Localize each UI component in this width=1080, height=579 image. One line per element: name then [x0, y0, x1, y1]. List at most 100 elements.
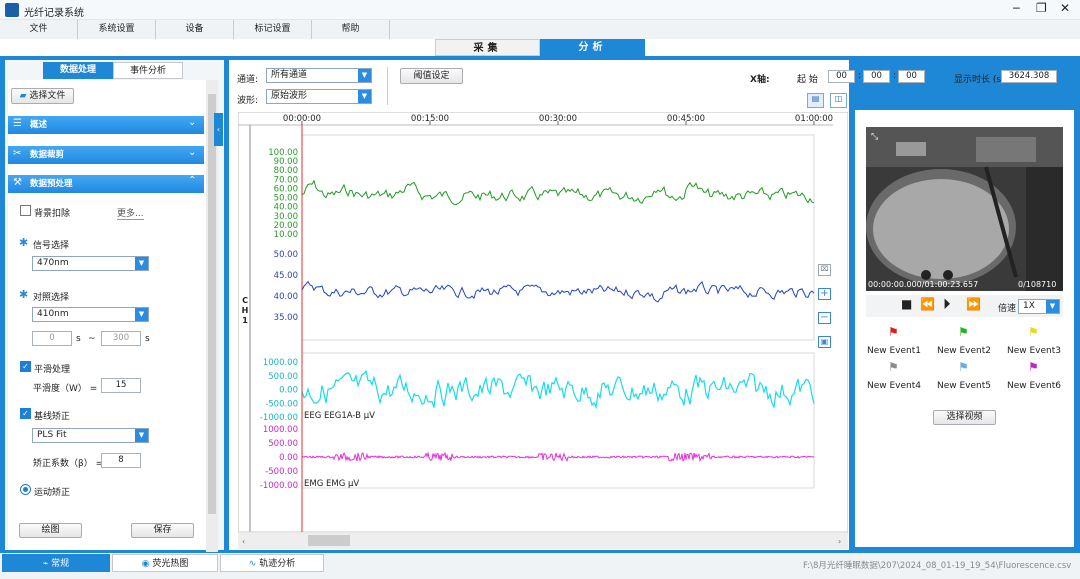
menu-bar: 文件 系统设置 设备 标记设置 帮助 — [0, 20, 1080, 39]
minimize-icon[interactable]: ─ — [1013, 2, 1020, 15]
colon: : — [893, 71, 897, 81]
flag-icon[interactable]: ⚑ — [958, 325, 969, 339]
emg-axis-tick: 1000.00 — [263, 425, 298, 435]
video-time: 00:00:00.000/01:00:23.657 — [868, 280, 979, 289]
smooth-label: 平滑处理 — [34, 365, 71, 375]
eeg-axis-tick: -500.00 — [265, 399, 298, 409]
choose-file-button[interactable]: ▰ 选择文件 — [11, 88, 74, 104]
duration-input[interactable]: 3624.308 — [1001, 70, 1057, 83]
bottom-tab-trajectory[interactable]: ∿ 轨迹分析 — [220, 554, 324, 572]
rewind-icon[interactable]: ⏪ — [920, 297, 935, 311]
bottom-tab-heatmap[interactable]: ◉ 荧光热图 — [112, 554, 218, 572]
toolbar-divider — [387, 67, 388, 105]
baseline-checkbox[interactable]: ✓ — [20, 408, 31, 419]
flag-icon[interactable]: ⚑ — [1028, 360, 1039, 374]
list-icon: ☰ — [13, 118, 22, 129]
start-sec-input[interactable]: 00 — [898, 70, 925, 83]
time-tick-label: 01:00:00 — [795, 114, 833, 124]
fast-forward-icon[interactable]: ⏩ — [966, 297, 981, 311]
eeg-axis-tick: 0.00 — [279, 386, 298, 396]
file-path: F:\8月光纤睡眠数据\207\2024_08_01-19_19_54\Fluo… — [803, 561, 1072, 571]
zoom-in-icon[interactable]: + — [818, 288, 831, 300]
chevron-up-icon: ⌃ — [188, 175, 197, 186]
plot-side-tools: ⌧ + − ▣ — [818, 264, 832, 348]
stop-icon[interactable]: ■ — [901, 297, 912, 311]
left-tab-events[interactable]: 事件分析 — [113, 62, 183, 79]
bottom-tab-general[interactable]: ⌁ 常规 — [2, 554, 110, 572]
colon: : — [858, 71, 862, 81]
event-label[interactable]: New Event1 — [866, 346, 922, 356]
chart-icon-1[interactable]: ▤ — [807, 93, 824, 108]
start-min-input[interactable]: 00 — [863, 70, 890, 83]
close-icon[interactable]: ✕ — [1060, 1, 1070, 15]
expand-icon[interactable]: ⤡ — [871, 132, 878, 142]
speed-label: 倍速 — [998, 304, 1017, 314]
save-button[interactable]: 保存 — [131, 523, 194, 538]
range-to-input[interactable]: 300 — [101, 331, 141, 346]
wave-select[interactable]: 原始波形 ▼ — [266, 89, 372, 104]
chevron-down-icon: ▼ — [135, 308, 148, 321]
collapse-left-handle[interactable]: ‹ — [214, 113, 223, 146]
baseline-select[interactable]: PLS Fit ▼ — [32, 428, 149, 443]
section-preprocess[interactable]: 数据预处理 — [8, 175, 204, 193]
scroll-right-icon[interactable]: › — [838, 537, 841, 546]
menu-file[interactable]: 文件 — [0, 20, 78, 39]
heatmap-icon: ◉ — [141, 559, 153, 569]
ref-select[interactable]: 410nm ▼ — [32, 307, 149, 322]
menu-settings[interactable]: 系统设置 — [78, 20, 156, 39]
folder-icon: ▰ — [19, 91, 27, 101]
eeg-axis-tick: 1000.00 — [263, 358, 298, 368]
emg-axis-tick: 500.00 — [268, 439, 298, 449]
eeg-axis-tick: 500.00 — [268, 372, 298, 382]
smooth-w-input[interactable]: 15 — [101, 378, 141, 393]
chart-icon-2[interactable]: ◫ — [830, 93, 847, 108]
star-icon: ✱ — [19, 236, 29, 249]
smooth-checkbox[interactable]: ✓ — [20, 361, 31, 372]
flag-icon[interactable]: ⚑ — [888, 360, 899, 374]
left-scrollbar[interactable] — [206, 80, 218, 552]
select-video-button[interactable]: 选择视频 — [933, 410, 996, 425]
speed-select[interactable]: 1X ▼ — [1018, 299, 1060, 314]
draw-button[interactable]: 绘图 — [19, 523, 82, 538]
maximize-icon[interactable]: ❐ — [1036, 1, 1047, 15]
flag-icon[interactable]: ⚑ — [1028, 325, 1039, 339]
signal-select[interactable]: 470nm ▼ — [32, 256, 149, 271]
channel-select[interactable]: 所有通道 ▼ — [266, 68, 372, 83]
scroll-left-icon[interactable]: ‹ — [242, 537, 245, 546]
xaxis-label: X轴: — [750, 75, 770, 85]
event-label[interactable]: New Event6 — [1006, 381, 1062, 391]
event-label[interactable]: New Event2 — [936, 346, 992, 356]
range-from-input[interactable]: 0 — [32, 331, 72, 346]
tab-acquire[interactable]: 采集 — [435, 39, 540, 56]
event-label[interactable]: New Event5 — [936, 381, 992, 391]
flag-icon[interactable]: ⚑ — [888, 325, 899, 339]
time-tick-label: 00:30:00 — [539, 114, 577, 124]
play-icon[interactable]: ⏵ — [943, 295, 951, 313]
menu-markers[interactable]: 标记设置 — [234, 20, 312, 39]
section-overview[interactable]: 概述 — [8, 116, 204, 134]
beta-input[interactable]: 8 — [101, 453, 141, 468]
tab-analyze[interactable]: 分析 — [540, 39, 645, 56]
smooth-w-label: 平滑度（W） = — [33, 384, 98, 394]
menu-help[interactable]: 帮助 — [312, 20, 390, 39]
ch1-label: CH1 — [241, 296, 249, 325]
threshold-button[interactable]: 阈值设定 — [400, 68, 463, 84]
signal-label: 信号选择 — [33, 241, 70, 251]
left-tab-process[interactable]: 数据处理 — [43, 62, 113, 79]
section-crop[interactable]: 数据裁剪 — [8, 146, 204, 164]
bg-subtract-checkbox[interactable] — [20, 205, 31, 216]
start-hour-input[interactable]: 00 — [828, 70, 855, 83]
emg-axis-tick: -1000.00 — [260, 481, 298, 491]
save-plot-icon[interactable]: ▣ — [818, 336, 831, 348]
zoom-out-icon[interactable]: − — [818, 312, 831, 324]
motion-radio[interactable] — [20, 484, 31, 495]
event-label[interactable]: New Event3 — [1006, 346, 1062, 356]
title-bar: 光纤记录系统 ─ ❐ ✕ — [0, 0, 1080, 20]
fit-icon[interactable]: ⌧ — [818, 264, 831, 276]
event-label[interactable]: New Event4 — [866, 381, 922, 391]
flag-icon[interactable]: ⚑ — [958, 360, 969, 374]
signal-plot[interactable]: 00:00:00 00:15:00 00:30:00 00:45:00 01:00:00… — [238, 112, 848, 549]
more-link[interactable]: 更多... — [117, 206, 144, 220]
menu-device[interactable]: 设备 — [156, 20, 234, 39]
range-dash: ~ — [88, 334, 96, 344]
